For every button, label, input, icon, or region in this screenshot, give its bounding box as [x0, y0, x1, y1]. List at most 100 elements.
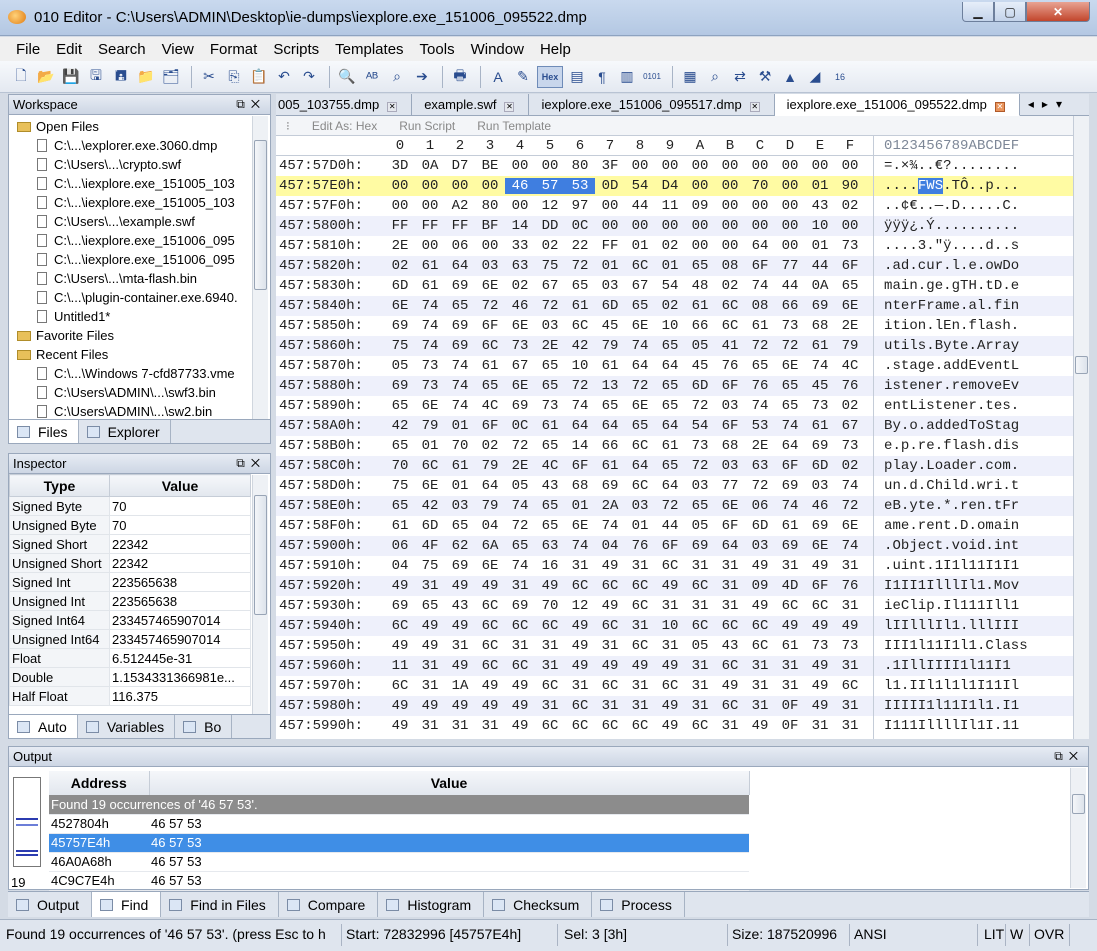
hex-byte[interactable]: 69: [689, 538, 711, 554]
hex-byte[interactable]: 80: [479, 198, 501, 214]
hex-byte[interactable]: 31: [419, 718, 441, 734]
hex-byte[interactable]: 49: [509, 718, 531, 734]
tab-bookmarks[interactable]: Bo: [175, 715, 233, 738]
hex-byte[interactable]: 76: [749, 378, 771, 394]
close-tab-icon[interactable]: ✕: [749, 102, 760, 112]
table-row[interactable]: Float 6.512445e-31: [9, 648, 251, 668]
hex-byte[interactable]: 65: [659, 458, 681, 474]
hex-byte[interactable]: 49: [389, 638, 411, 654]
hex-byte[interactable]: 2E: [839, 318, 861, 334]
hex-byte[interactable]: 69: [779, 538, 801, 554]
hex-byte[interactable]: 49: [809, 658, 831, 674]
hex-byte[interactable]: 00: [479, 178, 501, 194]
hex-byte[interactable]: 00: [419, 198, 441, 214]
hex-byte[interactable]: 61: [599, 458, 621, 474]
hex-byte[interactable]: 73: [809, 398, 831, 414]
hex-byte[interactable]: 65: [539, 358, 561, 374]
hex-byte[interactable]: 72: [659, 498, 681, 514]
hex-byte[interactable]: 6E: [509, 318, 531, 334]
inspector-icon[interactable]: ⌕: [704, 66, 726, 88]
hex-byte[interactable]: 4D: [779, 578, 801, 594]
hex-byte[interactable]: 65: [659, 338, 681, 354]
hex-byte[interactable]: 31: [539, 698, 561, 714]
file-tab-active[interactable]: iexplore.exe_151006_095522.dmp ✕: [774, 94, 1020, 116]
hex-row[interactable]: 457:58F0h: 61 6D 65 04 72 65 6E 74 01 44 05 6F 6D 61 69…: [276, 516, 1073, 536]
hex-byte[interactable]: 00: [749, 158, 771, 174]
ascii-text[interactable]: ..¢€..—.D.....C.: [884, 198, 1019, 214]
hex-byte[interactable]: 65: [449, 518, 471, 534]
panel-buttons[interactable]: ⧉✕: [1054, 749, 1084, 764]
file-tab[interactable]: 005_103755.dmp ✕: [276, 94, 413, 116]
minimize-button[interactable]: ▁: [962, 2, 994, 22]
hex-byte[interactable]: 0C: [569, 218, 591, 234]
hex-byte[interactable]: 6F: [719, 518, 741, 534]
hex-byte[interactable]: 73: [779, 318, 801, 334]
hex-byte[interactable]: 11: [659, 198, 681, 214]
hex-byte[interactable]: 00: [809, 158, 831, 174]
hex-byte[interactable]: 6E: [629, 318, 651, 334]
hex-byte[interactable]: 02: [839, 398, 861, 414]
hex-byte[interactable]: 61: [809, 418, 831, 434]
hex-byte[interactable]: 31: [509, 638, 531, 654]
save-all-icon[interactable]: 🖪: [110, 66, 132, 88]
hex-byte[interactable]: 00: [509, 158, 531, 174]
ascii-text[interactable]: =.×¾..€?........: [884, 158, 1019, 174]
hex-byte[interactable]: 64: [629, 458, 651, 474]
hex-byte[interactable]: 49: [569, 638, 591, 654]
hex-byte[interactable]: 63: [509, 258, 531, 274]
ascii-text[interactable]: utils.Byte.Array: [884, 338, 1019, 354]
hex-byte[interactable]: 77: [719, 478, 741, 494]
hex-byte[interactable]: 03: [689, 478, 711, 494]
hex-byte[interactable]: 69: [449, 558, 471, 574]
hex-byte[interactable]: 65: [689, 498, 711, 514]
hex-byte[interactable]: 49: [389, 718, 411, 734]
hex-byte[interactable]: 61: [479, 358, 501, 374]
hex-byte[interactable]: 00: [689, 158, 711, 174]
ascii-text[interactable]: entListener.tes.: [884, 398, 1019, 414]
hex-row[interactable]: 457:5830h: 6D 61 69 6E 02 67 65 03 67 54 48 02 74 44 0A…: [276, 276, 1073, 296]
hex-byte[interactable]: 72: [749, 478, 771, 494]
tab-process[interactable]: Process: [592, 892, 685, 917]
hex-byte[interactable]: 65: [629, 298, 651, 314]
status-encoding[interactable]: ANSI: [850, 924, 978, 946]
hex-byte[interactable]: 0F: [779, 718, 801, 734]
hex-byte[interactable]: 64: [659, 478, 681, 494]
hex-byte[interactable]: 70: [749, 178, 771, 194]
hex-byte[interactable]: 64: [749, 238, 771, 254]
hex-byte[interactable]: 49: [749, 598, 771, 614]
hex-byte[interactable]: 00: [719, 238, 741, 254]
file-item[interactable]: Untitled1*: [11, 307, 251, 326]
hex-byte-selected[interactable]: 46: [505, 178, 535, 194]
hex-row[interactable]: 457:58D0h: 75 6E 01 64 05 43 68 69 6C 64 03 77 72 69 03…: [276, 476, 1073, 496]
hex-byte[interactable]: 73: [539, 398, 561, 414]
hex-byte[interactable]: 6F: [719, 378, 741, 394]
results-minimap[interactable]: [13, 777, 41, 867]
hex-byte[interactable]: 6C: [419, 458, 441, 474]
hex-byte[interactable]: 53: [749, 418, 771, 434]
hex-byte[interactable]: 49: [599, 598, 621, 614]
hex-byte[interactable]: 06: [449, 238, 471, 254]
hex-row[interactable]: 457:5860h: 75 74 69 6C 73 2E 42 79 74 65 05 41 72 72 61…: [276, 336, 1073, 356]
file-item[interactable]: C:\...\iexplore.exe_151006_095: [11, 231, 251, 250]
file-item[interactable]: C:\...\plugin-container.exe.6940.: [11, 288, 251, 307]
hex-byte[interactable]: 10: [809, 218, 831, 234]
hex-row[interactable]: 457:5840h: 6E 74 65 72 46 72 61 6D 65 02 61 6C 08 66 69…: [276, 296, 1073, 316]
table-row[interactable]: Signed Int 223565638: [9, 572, 251, 592]
hex-byte[interactable]: 49: [809, 698, 831, 714]
hex-byte[interactable]: 61: [779, 638, 801, 654]
hex-byte[interactable]: 05: [509, 478, 531, 494]
hex-byte[interactable]: 31: [689, 698, 711, 714]
hex-byte[interactable]: 90: [839, 178, 861, 194]
hex-byte[interactable]: 74: [749, 398, 771, 414]
hex-byte[interactable]: 69: [389, 378, 411, 394]
ascii-text[interactable]: .ad.cur.l.e.owDo: [884, 258, 1019, 274]
hex-byte[interactable]: 72: [539, 298, 561, 314]
file-item[interactable]: C:\...\iexplore.exe_151005_103: [11, 174, 251, 193]
hex-byte[interactable]: FF: [389, 218, 411, 234]
menu-edit[interactable]: Edit: [48, 41, 90, 58]
hex-byte[interactable]: 6C: [509, 618, 531, 634]
save-icon[interactable]: 💾: [60, 66, 82, 88]
ascii-text[interactable]: ....FWS.TÔ..p...: [884, 178, 1019, 194]
hex-byte-selected[interactable]: 53: [565, 178, 595, 194]
hex-byte[interactable]: 4F: [419, 538, 441, 554]
